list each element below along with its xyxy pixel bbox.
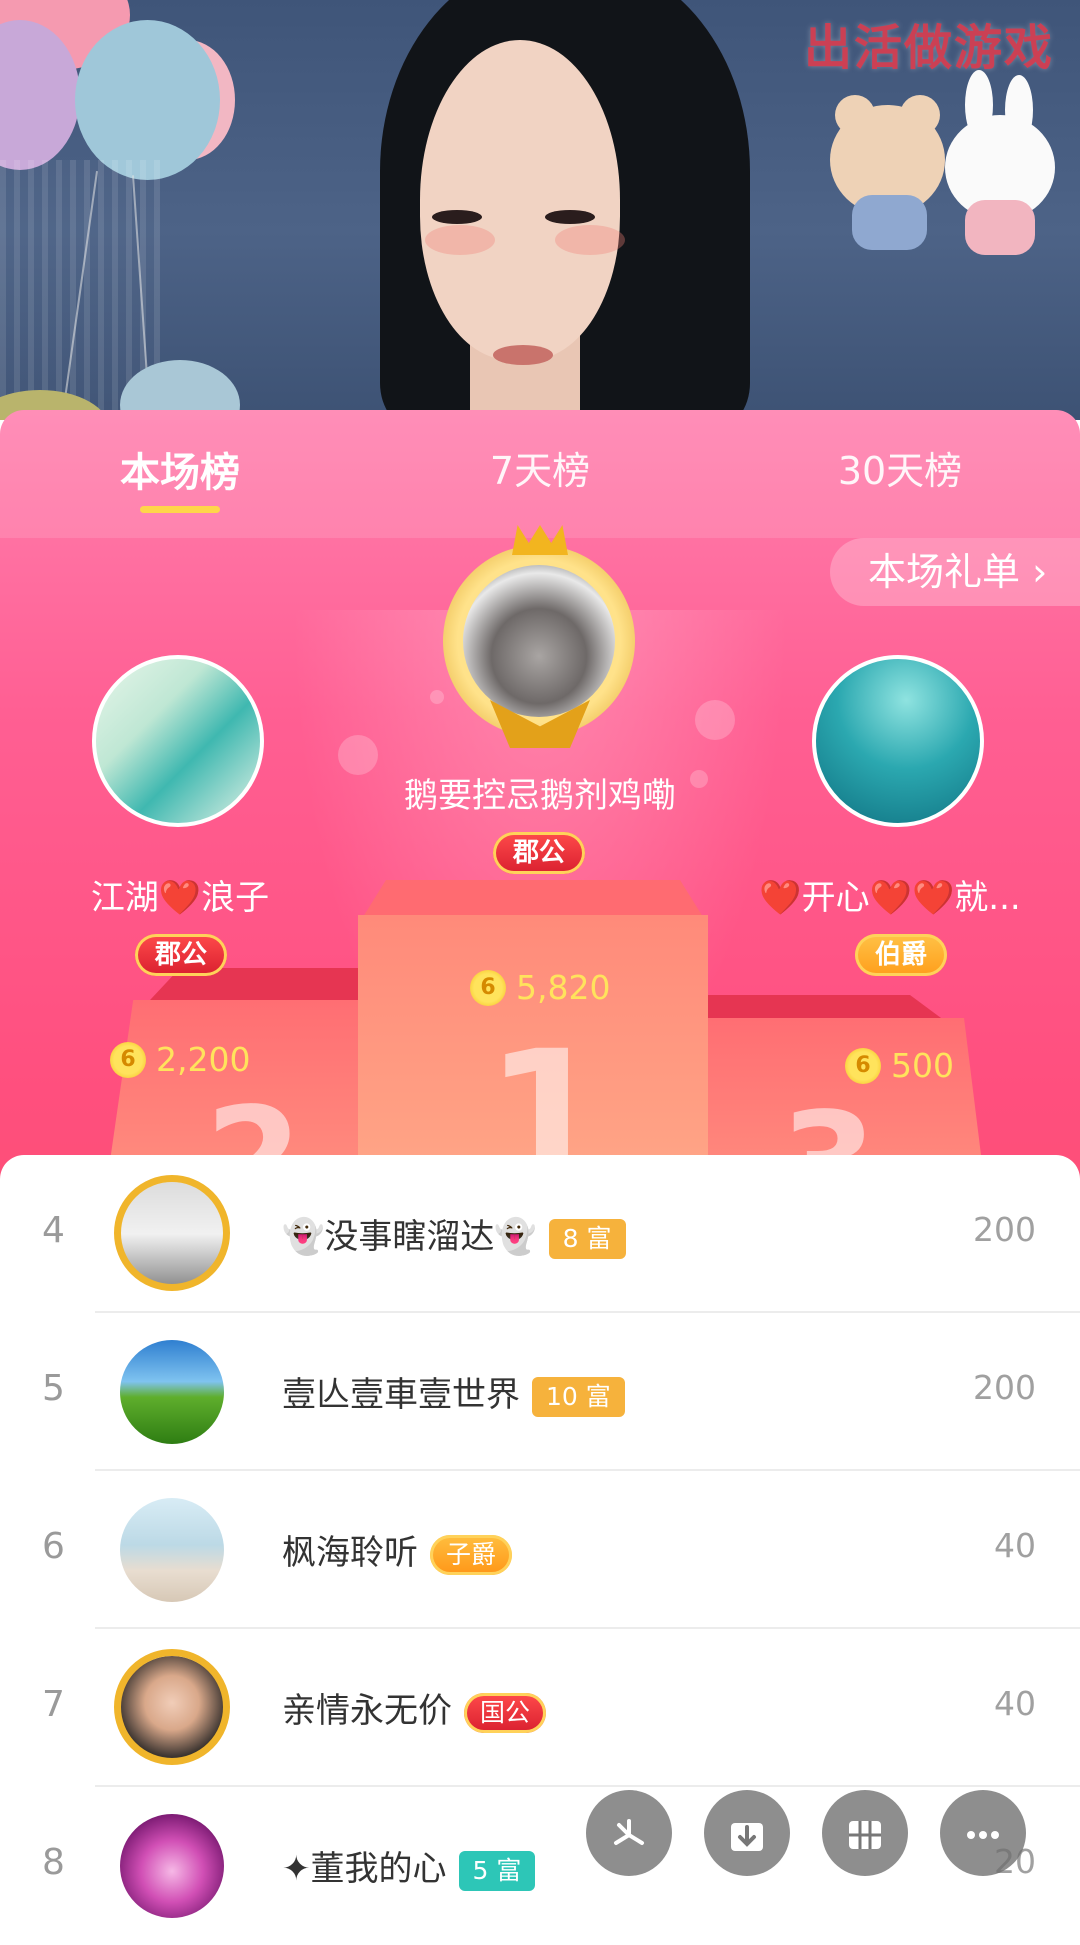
tab-7-days[interactable]: 7天榜	[410, 440, 670, 495]
gift-list-button[interactable]: 本场礼单 ›	[830, 538, 1080, 606]
top1-rank-badge: 郡公	[493, 832, 586, 874]
bear-sticker	[852, 195, 927, 250]
live-video: 出活做游戏	[0, 0, 1080, 420]
user-name[interactable]: ✦董我的心 5 富	[282, 1841, 536, 1891]
user-name-text: 👻没事瞎溜达👻	[282, 1217, 537, 1257]
rank-number: 8	[42, 1842, 65, 1883]
wealth-level-badge: 10 富	[532, 1376, 625, 1417]
top3-score: 6 500	[845, 1044, 954, 1085]
user-name-text: 壹亾壹車壹世界	[282, 1375, 520, 1415]
list-item[interactable]: 4 👻没事瞎溜达👻 8 富 200	[0, 1155, 1080, 1313]
user-name[interactable]: 壹亾壹車壹世界 10 富	[282, 1367, 625, 1417]
user-name-text: ✦董我的心	[282, 1849, 447, 1889]
streamer-eye	[545, 210, 595, 224]
tab-current-session[interactable]: 本场榜	[50, 440, 310, 498]
contribution-value: 200	[973, 1210, 1036, 1249]
list-item[interactable]: 6 枫海聆听 子爵 40	[0, 1471, 1080, 1629]
top2-rank-badge: 郡公	[135, 934, 228, 976]
coin-icon: 6	[110, 1041, 146, 1078]
tab-30-days[interactable]: 30天榜	[770, 440, 1030, 495]
rank-number: 7	[42, 1684, 65, 1725]
rank-number: 4	[42, 1210, 65, 1251]
share-button[interactable]	[586, 1790, 672, 1876]
user-name[interactable]: 亲情永无价 国公	[282, 1683, 547, 1733]
share-icon	[614, 1819, 644, 1845]
streamer-face	[420, 40, 620, 360]
balloon	[75, 20, 220, 180]
list-item[interactable]: 7 亲情永无价 国公 40	[0, 1629, 1080, 1787]
grid-icon	[849, 1821, 881, 1849]
more-button[interactable]	[940, 1790, 1026, 1876]
top3-name[interactable]: ❤️开心❤️❤️就...	[740, 870, 1040, 919]
active-tab-indicator	[140, 506, 220, 513]
rank-number: 6	[42, 1526, 65, 1567]
coin-icon: 6	[470, 969, 506, 1006]
streamer-eye	[432, 210, 482, 224]
more-icon	[967, 1831, 999, 1839]
top1-name[interactable]: 鹅要控忌鹅剂鸡嘞	[340, 768, 740, 817]
decor-bubble	[695, 700, 735, 740]
bunny-sticker	[965, 200, 1035, 255]
user-name-text: 枫海聆听	[282, 1533, 418, 1573]
rank-number: 5	[42, 1368, 65, 1409]
download-icon	[731, 1823, 763, 1851]
contribution-value: 40	[994, 1526, 1036, 1565]
streamer-cheek	[425, 225, 495, 255]
user-name-text: 亲情永无价	[282, 1691, 452, 1731]
streamer-lips	[493, 345, 553, 365]
avatar-frame-gold	[114, 1175, 230, 1291]
top1-score: 6 5,820	[470, 966, 610, 1007]
curtain	[0, 160, 160, 410]
top2-avatar[interactable]	[92, 655, 264, 827]
contribution-value: 40	[994, 1684, 1036, 1723]
ranking-tabs: 本场榜 7天榜 30天榜	[0, 410, 1080, 538]
top2-name[interactable]: 江湖❤️浪子	[60, 870, 300, 919]
noble-rank-badge: 子爵	[430, 1534, 513, 1575]
top3-avatar[interactable]	[812, 655, 984, 827]
avatar-frame-gold	[114, 1649, 230, 1765]
user-name[interactable]: 👻没事瞎溜达👻 8 富	[282, 1209, 626, 1259]
top1-avatar[interactable]	[463, 565, 615, 717]
decor-bubble	[430, 690, 444, 704]
top2-score: 6 2,200	[110, 1038, 250, 1079]
download-button[interactable]	[704, 1790, 790, 1876]
user-avatar[interactable]	[120, 1340, 224, 1444]
menu-grid-button[interactable]	[822, 1790, 908, 1876]
list-item[interactable]: 5 壹亾壹車壹世界 10 富 200	[0, 1313, 1080, 1471]
video-watermark: 出活做游戏	[803, 20, 1054, 76]
contribution-value: 200	[973, 1368, 1036, 1407]
top3-rank-badge: 伯爵	[855, 934, 948, 976]
user-avatar[interactable]	[120, 1814, 224, 1918]
wealth-level-badge: 5 富	[458, 1850, 536, 1891]
wealth-level-badge: 8 富	[548, 1218, 626, 1259]
noble-rank-badge: 国公	[464, 1692, 547, 1733]
list-item[interactable]: 8 ✦董我的心5 富 20	[0, 1787, 1080, 1945]
ranking-list: 4 👻没事瞎溜达👻 8 富 200 5 壹亾壹車壹世界 10 富 200 6 枫海聆…	[0, 1155, 1080, 1920]
user-name[interactable]: 枫海聆听 子爵	[282, 1525, 513, 1575]
streamer-cheek	[555, 225, 625, 255]
coin-icon: 6	[845, 1047, 881, 1084]
user-avatar[interactable]	[120, 1498, 224, 1602]
